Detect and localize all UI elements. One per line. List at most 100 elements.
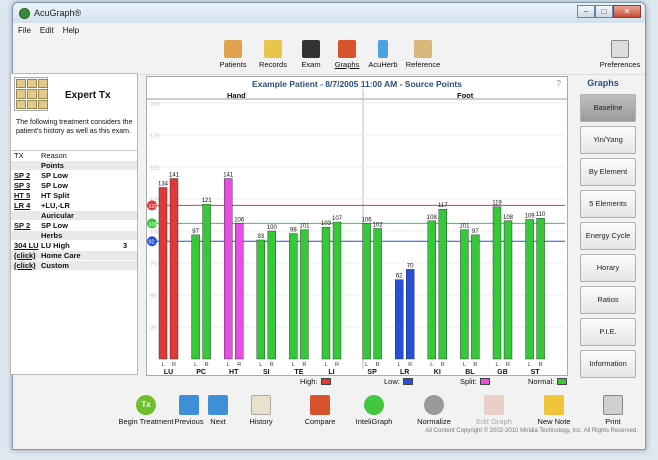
bar-si-r: [267, 230, 277, 360]
category-label-ht: HT: [229, 369, 239, 375]
legend-low-swatch: [402, 378, 413, 385]
bar-value-label: 98: [290, 228, 297, 234]
next-button[interactable]: Next: [204, 395, 232, 426]
bar-bl-l: [460, 229, 469, 360]
print-button[interactable]: Print: [598, 395, 628, 426]
graph-pie-button[interactable]: P.I.E.: [580, 318, 636, 346]
bar-value-label: 101: [459, 224, 470, 230]
edit-graph-icon: [484, 395, 504, 415]
graph-ratios-button[interactable]: Ratios: [580, 286, 636, 314]
preferences-button[interactable]: Preferences: [597, 40, 643, 69]
category-label-lu: LU: [164, 369, 173, 375]
previous-icon: [179, 395, 199, 415]
bar-value-label: 108: [427, 215, 438, 221]
side-label: L: [292, 362, 295, 368]
legend-split-swatch: [479, 378, 490, 385]
threshold-label-mean: 106: [149, 222, 158, 228]
table-row[interactable]: SP 2 SP Low: [11, 221, 137, 231]
bar-si-l: [256, 239, 266, 360]
category-label-te: TE: [294, 369, 303, 375]
graphs-title: Graphs: [587, 78, 619, 88]
threshold-label-low: 92: [149, 240, 155, 246]
bar-st-l: [525, 219, 534, 360]
side-label: R: [441, 362, 445, 368]
graph-energy-cycle-button[interactable]: Energy Cycle: [580, 222, 636, 250]
compare-button[interactable]: Compare: [300, 395, 340, 426]
table-row[interactable]: LR 4 +LU,-LR: [11, 201, 137, 211]
history-icon: [251, 395, 271, 415]
records-icon: [264, 40, 282, 58]
exam-icon: [302, 40, 320, 58]
category-label-bl: BL: [465, 369, 475, 375]
next-icon: [208, 395, 228, 415]
side-label: L: [227, 362, 230, 368]
graph-by-element-button[interactable]: By Element: [580, 158, 636, 186]
bar-value-label: 121: [202, 198, 213, 204]
title-bar: AcuGraph® – □ ✕: [13, 3, 645, 23]
bar-lr-r: [406, 269, 415, 360]
bar-ht-r: [234, 223, 244, 360]
graph-baseline-button[interactable]: Baseline: [580, 94, 636, 122]
maximize-button[interactable]: □: [595, 5, 613, 18]
side-label: R: [172, 362, 176, 368]
previous-button[interactable]: Previous: [174, 395, 204, 426]
legend-normal: Normal:: [528, 377, 568, 386]
bar-value-label: 102: [373, 222, 384, 228]
side-label: R: [335, 362, 339, 368]
bar-value-label: 106: [234, 217, 245, 223]
category-label-lr: LR: [400, 369, 409, 375]
table-row[interactable]: SP 2 SP Low: [11, 171, 137, 181]
bar-value-label: 134: [158, 181, 169, 187]
graphs-icon: [338, 40, 356, 58]
y-tick-label: 150: [150, 166, 161, 172]
table-row[interactable]: HT 5 HT Split: [11, 191, 137, 201]
print-icon: [603, 395, 623, 415]
side-label: R: [506, 362, 510, 368]
graph-yinyang-button[interactable]: Yin/Yang: [580, 126, 636, 154]
table-row[interactable]: 304 LU LU High 3: [11, 241, 137, 251]
patients-icon: [224, 40, 242, 58]
table-row[interactable]: (click) Home Care: [11, 251, 137, 261]
minimize-button[interactable]: –: [577, 5, 595, 18]
treatment-icons-grid[interactable]: [14, 77, 48, 111]
preferences-icon: [611, 40, 629, 58]
graph-horary-button[interactable]: Horary: [580, 254, 636, 282]
begin-treatment-button[interactable]: Tx Begin Treatment: [118, 395, 174, 426]
inteligraph-icon: [364, 395, 384, 415]
menu-edit[interactable]: Edit: [40, 26, 54, 35]
acuherb-icon: [378, 40, 388, 58]
normalize-button[interactable]: Normalize: [414, 395, 454, 426]
legend-high-swatch: [320, 378, 331, 385]
table-row: Points: [11, 161, 137, 171]
treatment-table-header: TX Reason: [11, 151, 137, 161]
legend-normal-swatch: [557, 378, 568, 385]
new-note-button[interactable]: New Note: [534, 395, 574, 426]
acuherb-button[interactable]: AcuHerb: [363, 40, 403, 69]
graph-5-elements-button[interactable]: 5 Elements: [580, 190, 636, 218]
side-label: L: [161, 362, 164, 368]
graphs-toolbar-button[interactable]: Graphs: [327, 40, 367, 69]
bar-value-label: 106: [362, 217, 373, 223]
menu-file[interactable]: File: [18, 26, 31, 35]
inteligraph-button[interactable]: InteliGraph: [352, 395, 396, 426]
bar-pc-l: [191, 234, 200, 360]
bar-li-r: [332, 221, 342, 360]
side-label: L: [365, 362, 368, 368]
exam-button[interactable]: Exam: [291, 40, 331, 69]
table-row[interactable]: SP 3 SP Low: [11, 181, 137, 191]
menu-help[interactable]: Help: [63, 26, 79, 35]
y-tick-label: 75: [150, 262, 157, 268]
history-button[interactable]: History: [246, 395, 276, 426]
table-row[interactable]: (click) Custom: [11, 261, 137, 271]
side-label: R: [237, 362, 241, 368]
bar-value-label: 62: [396, 274, 403, 280]
app-logo-icon: [19, 7, 30, 19]
reference-button[interactable]: Reference: [403, 40, 443, 69]
records-button[interactable]: Records: [253, 40, 293, 69]
patients-button[interactable]: Patients: [213, 40, 253, 69]
close-button[interactable]: ✕: [613, 5, 641, 18]
bar-st-r: [536, 217, 545, 360]
graph-information-button[interactable]: Information: [580, 350, 636, 378]
side-label: R: [302, 362, 306, 368]
treatment-icon: Tx: [136, 395, 156, 415]
